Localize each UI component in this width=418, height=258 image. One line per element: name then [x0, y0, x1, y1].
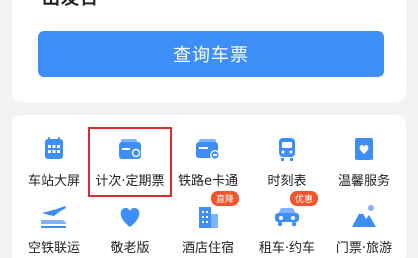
- service-timetable[interactable]: 时刻表: [245, 132, 329, 194]
- discount-badge: 优惠: [290, 191, 319, 206]
- query-tickets-button[interactable]: 查询车票: [38, 31, 384, 77]
- service-label: 空铁联运: [27, 241, 80, 256]
- heart-document-icon: [349, 134, 379, 164]
- train-icon: [272, 134, 302, 164]
- service-air-rail[interactable]: 空铁联运: [12, 199, 96, 258]
- service-hotel[interactable]: 直降 酒店住宿: [166, 191, 250, 258]
- discount-badge: 直降: [211, 191, 240, 206]
- hotel-building-icon: 直降: [193, 191, 240, 231]
- plane-train-icon: [39, 201, 69, 231]
- service-label: 铁路e卡通: [178, 174, 238, 189]
- service-tickets-travel[interactable]: 门票·旅游: [322, 199, 406, 258]
- service-elderly[interactable]: 敬老版: [88, 199, 172, 258]
- service-label: 时刻表: [267, 174, 307, 189]
- calendar-grid-icon: [39, 134, 69, 164]
- date-partial-text: 出发日: [42, 0, 99, 10]
- heart-icon: [115, 201, 145, 231]
- service-label: 酒店住宿: [181, 241, 234, 256]
- car-icon: 优惠: [272, 191, 319, 231]
- service-label: 车站大屏: [27, 174, 80, 189]
- service-label: 门票·旅游: [335, 241, 393, 256]
- service-warm[interactable]: 温馨服务: [322, 132, 406, 194]
- selection-highlight: [88, 127, 172, 197]
- service-station-screen[interactable]: 车站大屏: [12, 132, 96, 194]
- service-car[interactable]: 优惠 租车·约车: [245, 191, 329, 258]
- railway-card-icon: [193, 134, 223, 164]
- mountain-icon: [349, 201, 379, 231]
- service-label: 敬老版: [110, 241, 150, 256]
- service-label: 租车·约车: [258, 241, 316, 256]
- service-e-card[interactable]: 铁路e卡通: [166, 132, 250, 194]
- service-label: 温馨服务: [337, 174, 390, 189]
